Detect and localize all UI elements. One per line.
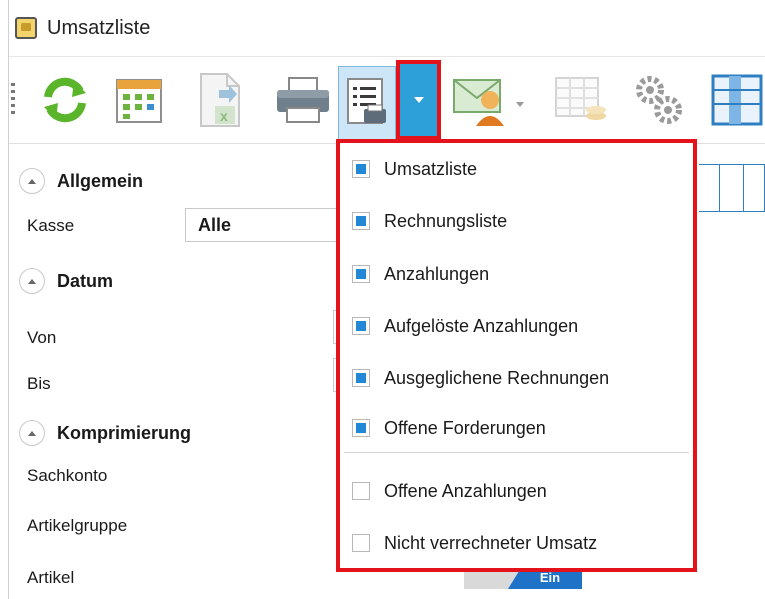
menu-label-anzahlungen: Anzahlungen xyxy=(384,263,490,284)
settings-button[interactable] xyxy=(628,65,690,135)
menu-item-offene-forderungen[interactable]: Offene Forderungen xyxy=(352,408,546,448)
menu-checkbox-umsatzliste[interactable] xyxy=(352,160,370,178)
menu-label-offene-forderungen: Offene Forderungen xyxy=(384,417,546,438)
svg-text:x: x xyxy=(220,108,228,124)
section-title-datum: Datum xyxy=(57,270,114,291)
artikelgruppe-label: Artikelgruppe xyxy=(27,516,128,535)
title-bar: Umsatzliste xyxy=(9,0,765,57)
menu-label-aufgeloeste-anzahlungen: Aufgelöste Anzahlungen xyxy=(384,315,579,336)
calendar-icon xyxy=(113,74,165,126)
menu-checkbox-offene-anzahlungen[interactable] xyxy=(352,482,370,500)
report-selection-menu: Umsatzliste Rechnungsliste Anzahlungen A… xyxy=(336,139,697,572)
report-dropdown-toggle[interactable] xyxy=(396,60,441,140)
table-coins-button[interactable] xyxy=(550,65,612,135)
report-list-button[interactable] xyxy=(338,66,396,140)
columns-icon xyxy=(707,72,763,128)
menu-item-rechnungsliste[interactable]: Rechnungsliste xyxy=(352,201,507,241)
section-komprimierung: Komprimierung xyxy=(19,420,191,446)
section-title-allgemein: Allgemein xyxy=(57,170,144,191)
section-allgemein: Allgemein xyxy=(19,168,143,194)
report-grid-background xyxy=(699,164,765,212)
menu-item-anzahlungen[interactable]: Anzahlungen xyxy=(352,254,489,294)
print-button[interactable] xyxy=(271,65,335,135)
excel-export-button[interactable]: x xyxy=(189,65,249,135)
section-title-komprimierung: Komprimierung xyxy=(57,422,192,443)
artikel-label: Artikel xyxy=(27,568,75,587)
menu-label-ausgeglichene-rechnungen: Ausgeglichene Rechnungen xyxy=(384,367,610,388)
window-title: Umsatzliste xyxy=(47,16,151,39)
kasse-select[interactable]: Alle xyxy=(185,208,355,242)
window-left-border xyxy=(0,0,9,599)
menu-label-offene-anzahlungen: Offene Anzahlungen xyxy=(384,480,547,501)
menu-label-nicht-verrechneter-umsatz: Nicht verrechneter Umsatz xyxy=(384,532,598,553)
menu-checkbox-aufgeloeste-anzahlungen[interactable] xyxy=(352,317,370,335)
refresh-icon xyxy=(40,75,90,125)
kasse-value: Alle xyxy=(198,214,232,235)
collapse-komprimierung-icon[interactable] xyxy=(19,420,45,446)
von-label: Von xyxy=(27,328,57,347)
email-contact-icon xyxy=(452,72,528,128)
section-datum: Datum xyxy=(19,268,113,294)
app-icon xyxy=(15,17,37,39)
refresh-button[interactable] xyxy=(37,65,93,135)
menu-checkbox-offene-forderungen[interactable] xyxy=(352,419,370,437)
menu-item-ausgeglichene-rechnungen[interactable]: Ausgeglichene Rechnungen xyxy=(352,358,609,398)
sachkonto-label: Sachkonto xyxy=(27,466,108,485)
print-icon xyxy=(273,74,333,126)
calendar-button[interactable] xyxy=(109,65,169,135)
menu-checkbox-anzahlungen[interactable] xyxy=(352,265,370,283)
collapse-datum-icon[interactable] xyxy=(19,268,45,294)
menu-checkbox-nicht-verrechneter-umsatz[interactable] xyxy=(352,534,370,552)
menu-item-aufgeloeste-anzahlungen[interactable]: Aufgelöste Anzahlungen xyxy=(352,306,578,346)
excel-export-icon: x xyxy=(193,70,245,130)
menu-label-umsatzliste: Umsatzliste xyxy=(384,158,478,179)
menu-checkbox-ausgeglichene-rechnungen[interactable] xyxy=(352,369,370,387)
menu-separator xyxy=(344,452,689,453)
chevron-down-icon xyxy=(413,97,424,103)
collapse-allgemein-icon[interactable] xyxy=(19,168,45,194)
menu-item-offene-anzahlungen[interactable]: Offene Anzahlungen xyxy=(352,471,547,511)
columns-button[interactable] xyxy=(704,65,765,135)
menu-item-umsatzliste[interactable]: Umsatzliste xyxy=(352,149,477,189)
menu-item-nicht-verrechneter-umsatz[interactable]: Nicht verrechneter Umsatz xyxy=(352,523,597,563)
menu-checkbox-rechnungsliste[interactable] xyxy=(352,212,370,230)
report-list-icon xyxy=(344,75,390,132)
email-contact-button[interactable] xyxy=(450,65,530,135)
bis-label: Bis xyxy=(27,374,51,393)
kasse-label: Kasse xyxy=(27,216,75,235)
menu-label-rechnungsliste: Rechnungsliste xyxy=(384,210,508,231)
toolbar-grip-icon[interactable] xyxy=(11,83,15,117)
settings-gears-icon xyxy=(630,72,688,128)
table-coins-icon xyxy=(552,72,610,128)
